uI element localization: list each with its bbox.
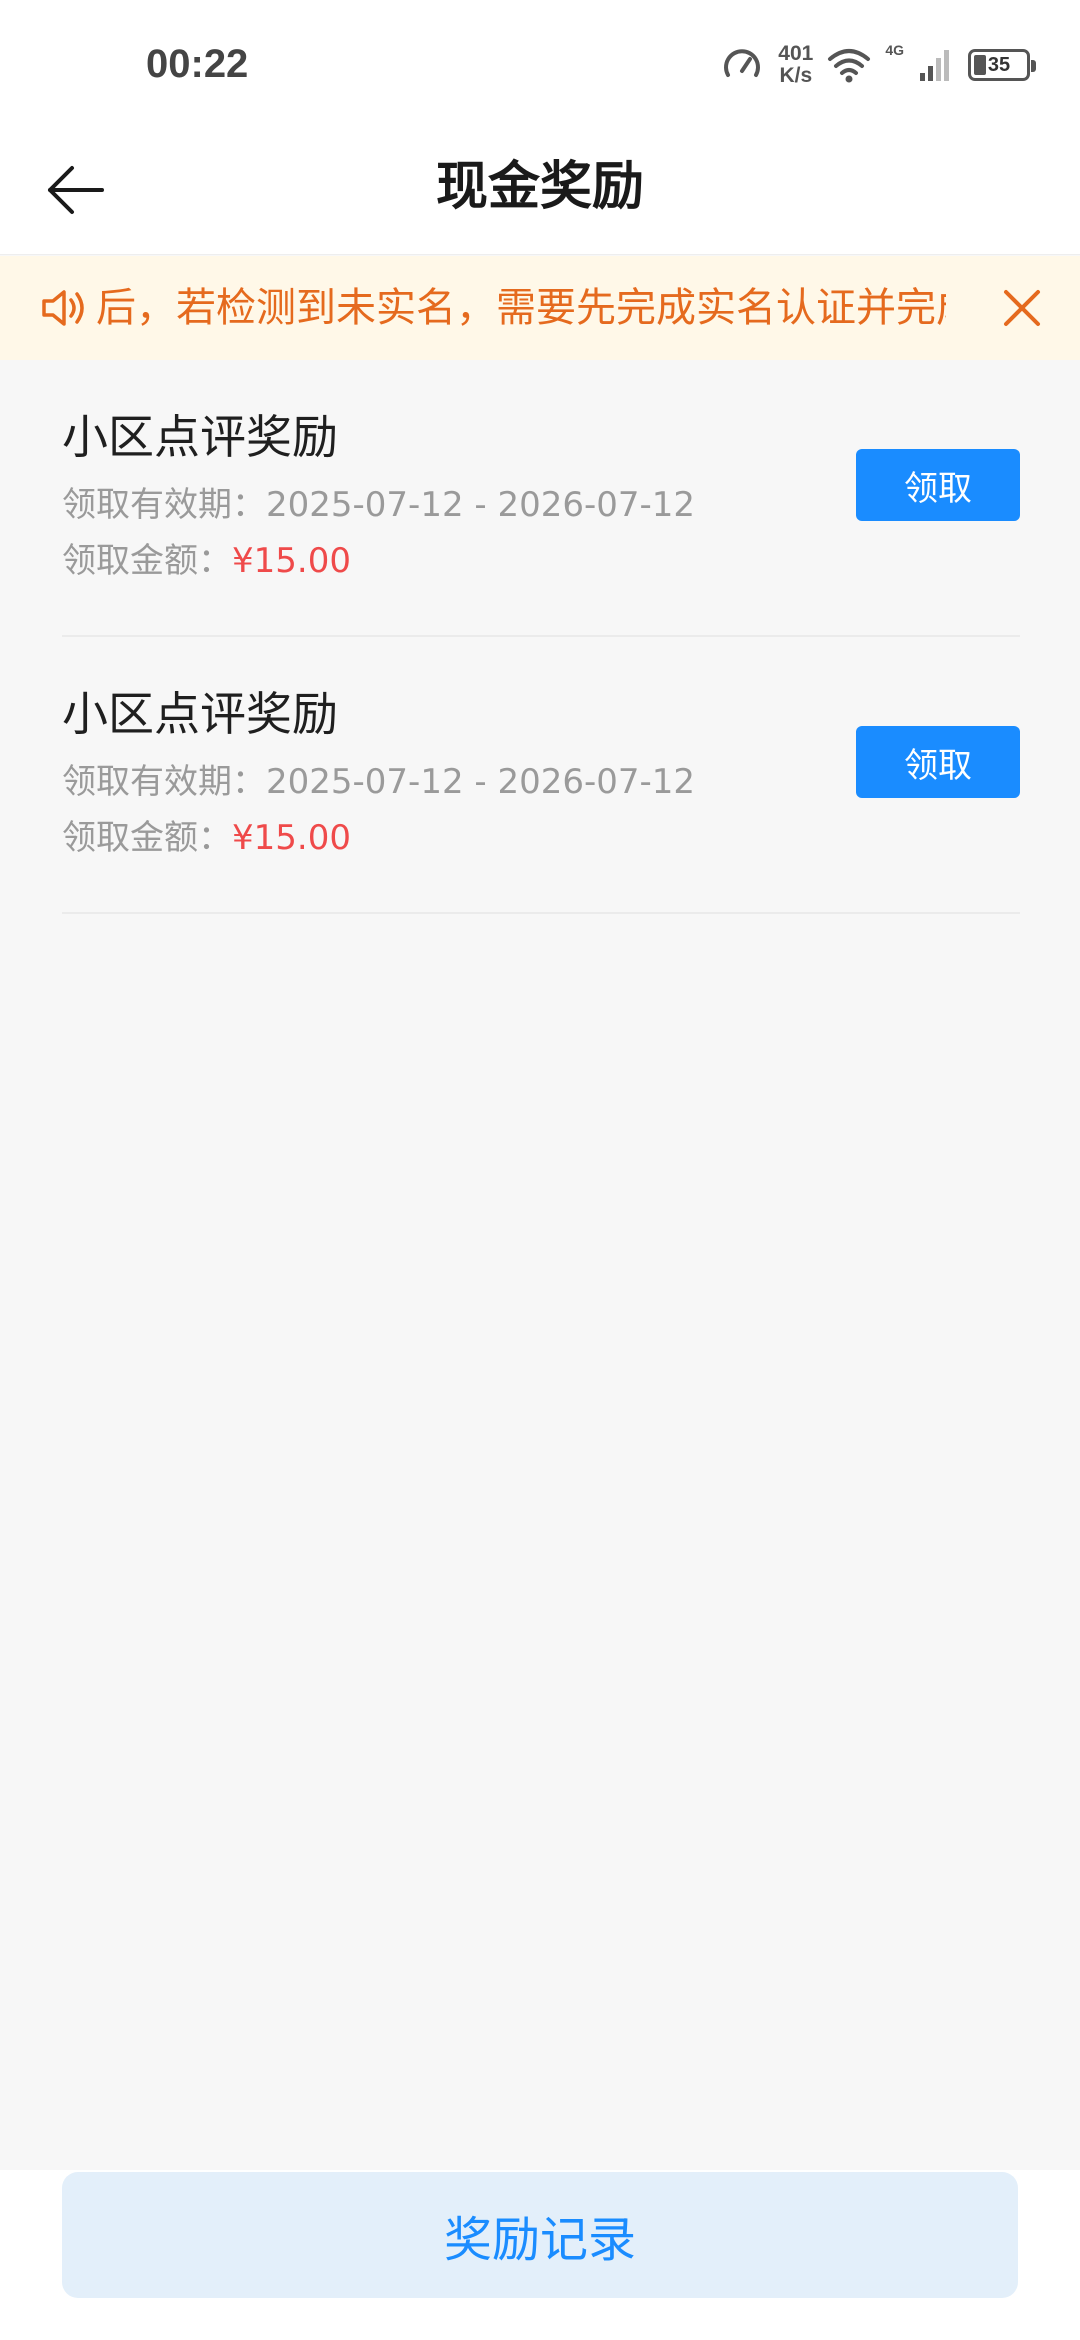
battery-level: 35 xyxy=(987,53,1011,76)
bottom-bar: 奖励记录 xyxy=(0,2170,1080,2340)
close-icon xyxy=(1004,290,1040,326)
amount-value: ¥15.00 xyxy=(232,541,351,581)
speedometer-icon xyxy=(724,49,761,77)
reward-amount-row: 领取金额：¥15.00 xyxy=(62,815,351,861)
cash-rewards-page: 00:22 401 K/s 4G 35 现金奖励 后，若检测到未实名，需要先完成… xyxy=(0,0,1080,2340)
reward-records-button[interactable]: 奖励记录 xyxy=(62,2172,1018,2298)
amount-label: 领取金额： xyxy=(62,818,232,858)
net-speed: 401 K/s xyxy=(778,43,813,87)
notice-text: 后，若检测到未实名，需要先完成实名认证并完成 xyxy=(96,285,946,331)
reward-title: 小区点评奖励 xyxy=(62,687,338,741)
reward-title: 小区点评奖励 xyxy=(62,410,338,464)
reward-amount-row: 领取金额：¥15.00 xyxy=(62,538,351,584)
page-title: 现金奖励 xyxy=(435,157,644,217)
status-bar: 00:22 401 K/s 4G 35 xyxy=(0,0,1080,130)
claim-button[interactable]: 领取 xyxy=(856,726,1020,798)
period-label: 领取有效期： xyxy=(62,762,266,802)
reward-period: 领取有效期：2025-07-12 - 2026-07-12 xyxy=(62,759,695,805)
notice-marquee: 后，若检测到未实名，需要先完成实名认证并完成 xyxy=(96,256,946,360)
reward-period: 领取有效期：2025-07-12 - 2026-07-12 xyxy=(62,482,695,528)
wifi-icon xyxy=(828,49,871,83)
net-speed-value: 401 xyxy=(778,42,814,65)
notice-bar: 后，若检测到未实名，需要先完成实名认证并完成 xyxy=(0,256,1080,360)
amount-value: ¥15.00 xyxy=(232,818,351,858)
period-value: 2025-07-12 - 2026-07-12 xyxy=(266,485,696,525)
net-speed-unit: K/s xyxy=(779,64,813,87)
reward-item: 小区点评奖励 领取有效期：2025-07-12 - 2026-07-12 领取金… xyxy=(62,637,1020,914)
battery-icon: 35 xyxy=(968,49,1036,81)
period-label: 领取有效期： xyxy=(62,485,266,525)
network-type: 4G xyxy=(885,42,904,58)
speaker-icon xyxy=(42,290,84,326)
header: 现金奖励 xyxy=(0,130,1080,255)
claim-button[interactable]: 领取 xyxy=(856,449,1020,521)
battery-fill xyxy=(974,55,986,75)
signal-icon xyxy=(920,50,949,81)
reward-list: 小区点评奖励 领取有效期：2025-07-12 - 2026-07-12 领取金… xyxy=(62,360,1020,914)
amount-label: 领取金额： xyxy=(62,541,232,581)
notice-close-button[interactable] xyxy=(994,280,1050,336)
status-icons: 401 K/s 4G 35 xyxy=(720,40,1036,90)
reward-item: 小区点评奖励 领取有效期：2025-07-12 - 2026-07-12 领取金… xyxy=(62,360,1020,637)
period-value: 2025-07-12 - 2026-07-12 xyxy=(266,762,696,802)
status-time: 00:22 xyxy=(146,42,249,86)
